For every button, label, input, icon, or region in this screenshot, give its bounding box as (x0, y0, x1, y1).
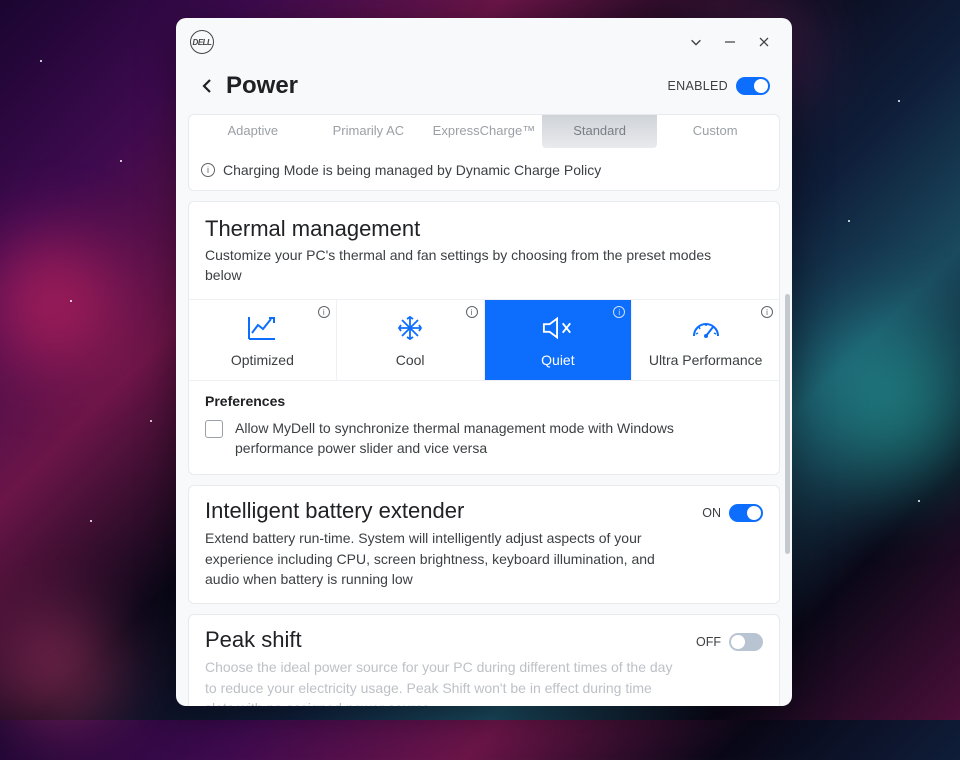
info-icon[interactable]: i (613, 306, 625, 318)
close-icon (757, 35, 771, 49)
charging-card: Adaptive Primarily AC ExpressCharge™ Sta… (188, 114, 780, 191)
peak-shift-title: Peak shift (205, 627, 684, 653)
thermal-title: Thermal management (189, 202, 779, 246)
thermal-tile-optimized[interactable]: i Optimized (189, 300, 337, 380)
chevron-left-icon (200, 78, 216, 94)
minimize-icon (723, 35, 737, 49)
charging-mode-expresscharge[interactable]: ExpressCharge™ (426, 115, 542, 148)
tile-label: Ultra Performance (636, 352, 775, 368)
thermal-card: Thermal management Customize your PC's t… (188, 201, 780, 475)
info-icon[interactable]: i (761, 306, 773, 318)
peak-shift-toggle[interactable] (729, 633, 763, 651)
scroll-area: Adaptive Primarily AC ExpressCharge™ Sta… (176, 114, 792, 706)
thermal-tile-ultra-performance[interactable]: i Ultra Performance (632, 300, 779, 380)
tile-label: Cool (341, 352, 480, 368)
charging-notice: i Charging Mode is being managed by Dyna… (189, 148, 779, 178)
power-enabled-toggle[interactable] (736, 77, 770, 95)
chart-icon (246, 312, 278, 344)
back-button[interactable] (194, 72, 222, 100)
battery-extender-card: Intelligent battery extender Extend batt… (188, 485, 780, 604)
charging-mode-custom[interactable]: Custom (657, 115, 773, 148)
info-icon[interactable]: i (318, 306, 330, 318)
thermal-desc: Customize your PC's thermal and fan sett… (189, 246, 779, 299)
battery-extender-toggle[interactable] (729, 504, 763, 522)
mute-icon (542, 312, 574, 344)
charging-mode-standard[interactable]: Standard (542, 115, 658, 148)
snowflake-icon (394, 312, 426, 344)
chevron-down-icon (689, 35, 703, 49)
sync-windows-slider-label: Allow MyDell to synchronize thermal mana… (235, 419, 763, 458)
charging-mode-tabs: Adaptive Primarily AC ExpressCharge™ Sta… (189, 115, 779, 148)
scrollbar-thumb[interactable] (785, 294, 790, 554)
charging-notice-text: Charging Mode is being managed by Dynami… (223, 162, 601, 178)
peak-shift-state-label: OFF (696, 635, 721, 649)
info-icon: i (201, 163, 215, 177)
collapse-button[interactable] (682, 28, 710, 56)
sync-windows-slider-checkbox[interactable] (205, 420, 223, 438)
battery-extender-state-label: ON (702, 506, 721, 520)
tile-label: Optimized (193, 352, 332, 368)
gauge-icon (690, 312, 722, 344)
enabled-label: ENABLED (668, 79, 728, 93)
thermal-tile-cool[interactable]: i Cool (337, 300, 485, 380)
app-window: DELL Power ENABLED Adaptive Primarily AC… (176, 18, 792, 706)
peak-shift-card: Peak shift Choose the ideal power source… (188, 614, 780, 706)
tile-label: Quiet (489, 352, 628, 368)
battery-extender-desc: Extend battery run-time. System will int… (205, 528, 690, 589)
scrollbar-track[interactable] (784, 114, 790, 706)
preferences-title: Preferences (205, 393, 763, 409)
close-button[interactable] (750, 28, 778, 56)
titlebar: DELL (176, 18, 792, 62)
minimize-button[interactable] (716, 28, 744, 56)
page-header: Power ENABLED (176, 62, 792, 114)
thermal-modes: i Optimized i Cool i (189, 299, 779, 381)
info-icon[interactable]: i (466, 306, 478, 318)
thermal-preferences: Preferences Allow MyDell to synchronize … (189, 381, 779, 474)
charging-mode-adaptive[interactable]: Adaptive (195, 115, 311, 148)
brand-logo: DELL (190, 30, 214, 54)
battery-extender-title: Intelligent battery extender (205, 498, 690, 524)
peak-shift-desc: Choose the ideal power source for your P… (205, 657, 684, 706)
thermal-tile-quiet[interactable]: i Quiet (485, 300, 633, 380)
page-title: Power (226, 72, 298, 100)
charging-mode-primarily-ac[interactable]: Primarily AC (311, 115, 427, 148)
